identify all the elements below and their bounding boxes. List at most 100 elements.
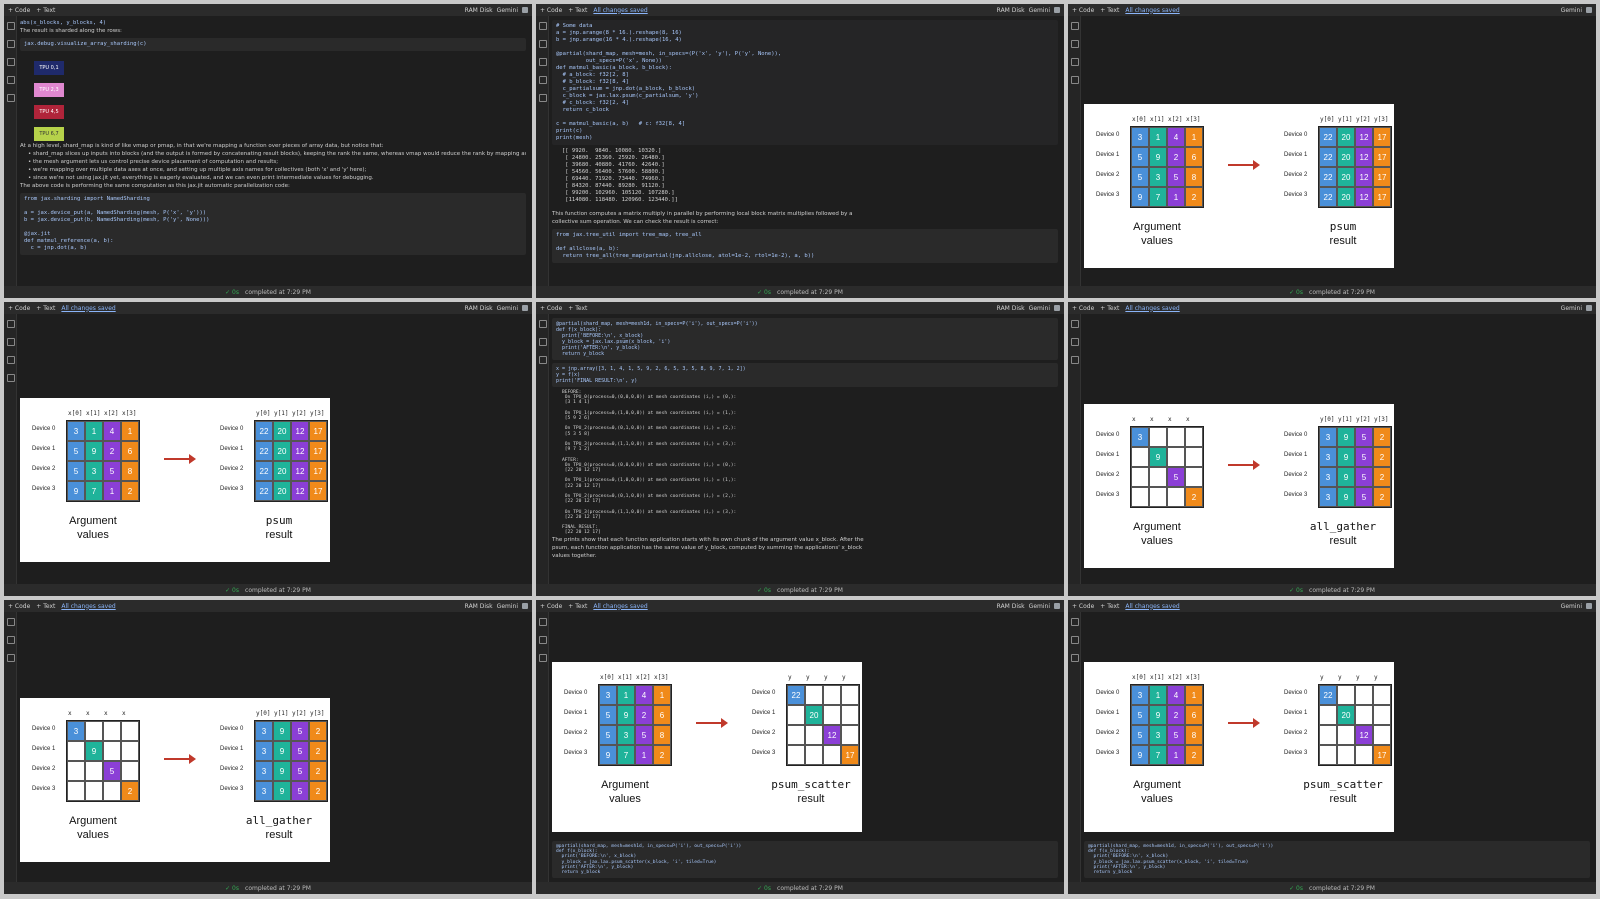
matrix-cell: 3 <box>599 685 617 705</box>
add-text-button[interactable]: + Text <box>568 305 587 312</box>
device-label: Device 2 <box>1284 472 1308 478</box>
settings-icon[interactable] <box>1054 603 1060 609</box>
search-icon[interactable] <box>1071 40 1079 48</box>
search-icon[interactable] <box>1071 636 1079 644</box>
key-icon[interactable] <box>1071 76 1079 84</box>
add-code-button[interactable]: + Code <box>8 305 30 312</box>
add-text-button[interactable]: + Text <box>36 305 55 312</box>
gemini-button[interactable]: Gemini <box>497 7 518 14</box>
save-status-link[interactable]: All changes saved <box>593 7 647 14</box>
code-line: abs(x_blocks, y_blocks, 4) <box>20 20 107 26</box>
code-cell[interactable]: from jax.sharding import NamedSharding a… <box>24 196 522 252</box>
menu-icon[interactable] <box>7 618 15 626</box>
gemini-button[interactable]: Gemini <box>497 603 518 610</box>
settings-icon[interactable] <box>1586 603 1592 609</box>
gemini-button[interactable]: Gemini <box>497 305 518 312</box>
add-text-button[interactable]: + Text <box>1100 305 1119 312</box>
add-text-button[interactable]: + Text <box>1100 603 1119 610</box>
code-icon[interactable] <box>1071 58 1079 66</box>
menu-icon[interactable] <box>1071 618 1079 626</box>
settings-icon[interactable] <box>1586 305 1592 311</box>
key-icon[interactable] <box>7 76 15 84</box>
add-text-button[interactable]: + Text <box>36 7 55 14</box>
settings-icon[interactable] <box>1586 7 1592 13</box>
add-code-button[interactable]: + Code <box>8 603 30 610</box>
figure-caption: Argument values <box>69 515 117 541</box>
code-icon[interactable] <box>7 654 15 662</box>
code-cell[interactable]: @partial(shard_map, mesh=mesh1d, in_spec… <box>556 844 1054 875</box>
gemini-button[interactable]: Gemini <box>1561 305 1582 312</box>
menu-icon[interactable] <box>539 618 547 626</box>
ram-indicator[interactable]: RAM Disk <box>465 603 493 610</box>
add-code-button[interactable]: + Code <box>540 603 562 610</box>
search-icon[interactable] <box>539 636 547 644</box>
gemini-button[interactable]: Gemini <box>1029 305 1050 312</box>
folder-icon[interactable] <box>539 94 547 102</box>
matrix-cell: 22 <box>1319 147 1337 167</box>
menu-icon[interactable] <box>7 22 15 30</box>
add-text-button[interactable]: + Text <box>568 603 587 610</box>
code-cell[interactable]: from jax.tree_util import tree_map, tree… <box>556 232 1054 260</box>
search-icon[interactable] <box>7 40 15 48</box>
key-icon[interactable] <box>7 374 15 382</box>
save-status-link[interactable]: All changes saved <box>1125 7 1179 14</box>
figure-caption: psum_scatter result <box>771 778 851 805</box>
add-text-button[interactable]: + Text <box>568 7 587 14</box>
add-code-button[interactable]: + Code <box>1072 603 1094 610</box>
text-line: • the mesh argument lets us control prec… <box>28 159 279 165</box>
settings-icon[interactable] <box>522 7 528 13</box>
folder-icon[interactable] <box>7 94 15 102</box>
add-text-button[interactable]: + Text <box>36 603 55 610</box>
ram-indicator[interactable]: RAM Disk <box>997 7 1025 14</box>
menu-icon[interactable] <box>1071 320 1079 328</box>
add-code-button[interactable]: + Code <box>540 305 562 312</box>
add-code-button[interactable]: + Code <box>540 7 562 14</box>
add-code-button[interactable]: + Code <box>8 7 30 14</box>
code-cell[interactable]: @partial(shard_map, mesh=mesh1d, in_spec… <box>556 321 1054 357</box>
ram-indicator[interactable]: RAM Disk <box>997 603 1025 610</box>
matrix-cell <box>805 725 823 745</box>
gemini-button[interactable]: Gemini <box>1561 603 1582 610</box>
key-icon[interactable] <box>539 76 547 84</box>
save-status-link[interactable]: All changes saved <box>1125 305 1179 312</box>
save-status-link[interactable]: All changes saved <box>61 603 115 610</box>
settings-icon[interactable] <box>522 603 528 609</box>
matrix-cell: 1 <box>103 481 121 501</box>
code-icon[interactable] <box>539 356 547 364</box>
gemini-button[interactable]: Gemini <box>1029 7 1050 14</box>
code-cell[interactable]: jax.debug.visualize_array_sharding(c) <box>24 41 522 48</box>
settings-icon[interactable] <box>1054 305 1060 311</box>
add-code-button[interactable]: + Code <box>1072 305 1094 312</box>
menu-icon[interactable] <box>1071 22 1079 30</box>
search-icon[interactable] <box>1071 338 1079 346</box>
save-status-link[interactable]: All changes saved <box>593 603 647 610</box>
gemini-button[interactable]: Gemini <box>1029 603 1050 610</box>
gemini-button[interactable]: Gemini <box>1561 7 1582 14</box>
matrix-cell <box>1167 427 1185 447</box>
save-status-link[interactable]: All changes saved <box>61 305 115 312</box>
ram-indicator[interactable]: RAM Disk <box>465 7 493 14</box>
code-cell[interactable]: x = jnp.array([3, 1, 4, 1, 5, 9, 2, 6, 5… <box>556 366 1054 384</box>
search-icon[interactable] <box>539 40 547 48</box>
menu-icon[interactable] <box>539 22 547 30</box>
search-icon[interactable] <box>539 338 547 346</box>
search-icon[interactable] <box>7 338 15 346</box>
code-icon[interactable] <box>7 356 15 364</box>
code-icon[interactable] <box>1071 654 1079 662</box>
search-icon[interactable] <box>7 636 15 644</box>
settings-icon[interactable] <box>522 305 528 311</box>
code-icon[interactable] <box>539 654 547 662</box>
ram-indicator[interactable]: RAM Disk <box>465 305 493 312</box>
code-icon[interactable] <box>7 58 15 66</box>
add-code-button[interactable]: + Code <box>1072 7 1094 14</box>
code-cell[interactable]: # Some data a = jnp.arange(8 * 16.).resh… <box>556 23 1054 142</box>
menu-icon[interactable] <box>7 320 15 328</box>
settings-icon[interactable] <box>1054 7 1060 13</box>
code-cell[interactable]: @partial(shard_map, mesh=mesh1d, in_spec… <box>1088 844 1586 875</box>
code-icon[interactable] <box>539 58 547 66</box>
code-icon[interactable] <box>1071 356 1079 364</box>
add-text-button[interactable]: + Text <box>1100 7 1119 14</box>
save-status-link[interactable]: All changes saved <box>1125 603 1179 610</box>
ram-indicator[interactable]: RAM Disk <box>997 305 1025 312</box>
menu-icon[interactable] <box>539 320 547 328</box>
